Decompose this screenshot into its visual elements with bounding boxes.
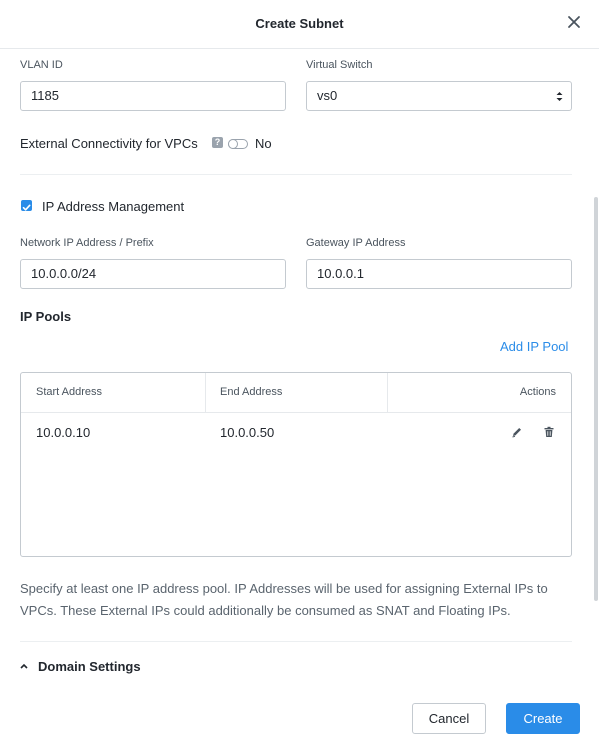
gateway-ip-label: Gateway IP Address: [306, 237, 406, 249]
external-connectivity-state: No: [255, 136, 272, 151]
virtual-switch-select[interactable]: vs0: [306, 81, 572, 111]
ip-pools-help-text: Specify at least one IP address pool. IP…: [20, 581, 548, 618]
edit-icon[interactable]: [511, 426, 523, 438]
vlan-id-input[interactable]: 1185: [20, 81, 286, 111]
column-divider: [387, 373, 388, 412]
add-ip-pool-link[interactable]: Add IP Pool: [500, 339, 568, 354]
network-ip-label: Network IP Address / Prefix: [20, 237, 154, 249]
column-header-start: Start Address: [36, 386, 103, 398]
gateway-ip-input[interactable]: 10.0.0.1: [306, 259, 572, 289]
domain-settings-toggle[interactable]: Domain Settings: [20, 659, 220, 675]
ipam-label: IP Address Management: [42, 199, 185, 214]
section-divider: [20, 641, 572, 642]
vlan-id-label: VLAN ID: [20, 59, 63, 71]
table-header-divider: [21, 412, 571, 413]
help-icon[interactable]: ?: [212, 137, 223, 148]
column-header-actions: Actions: [519, 386, 556, 398]
select-arrows-icon: [556, 92, 563, 101]
dialog-footer: Cancel Create: [0, 683, 599, 750]
ip-pools-table: Start Address End Address Actions 10.0.0…: [20, 372, 572, 557]
domain-settings-label: Domain Settings: [38, 659, 141, 674]
column-header-end: End Address: [220, 386, 283, 398]
create-button[interactable]: Create: [506, 703, 580, 734]
delete-icon[interactable]: [543, 426, 555, 438]
close-icon[interactable]: [566, 14, 582, 30]
check-icon: [22, 204, 31, 211]
column-divider: [205, 373, 206, 412]
ip-pools-title: IP Pools: [20, 309, 72, 324]
section-divider: [20, 174, 572, 175]
dialog-body[interactable]: VLAN ID 1185 Virtual Switch vs0 External…: [0, 49, 599, 683]
toggle-knob: [228, 139, 238, 149]
ipam-checkbox[interactable]: [21, 200, 32, 211]
dialog-header: Create Subnet: [0, 0, 599, 49]
row-end-address: 10.0.0.50: [220, 425, 275, 440]
network-ip-input[interactable]: 10.0.0.0/24: [20, 259, 286, 289]
virtual-switch-value: vs0: [317, 88, 338, 103]
virtual-switch-label: Virtual Switch: [306, 59, 373, 71]
external-connectivity-label: External Connectivity for VPCs: [20, 136, 198, 151]
dialog-title: Create Subnet: [255, 16, 344, 31]
row-start-address: 10.0.0.10: [36, 425, 91, 440]
cancel-button[interactable]: Cancel: [412, 703, 486, 734]
chevron-up-icon: [20, 663, 28, 669]
external-connectivity-toggle[interactable]: [228, 139, 248, 149]
scrollbar[interactable]: [594, 197, 598, 601]
